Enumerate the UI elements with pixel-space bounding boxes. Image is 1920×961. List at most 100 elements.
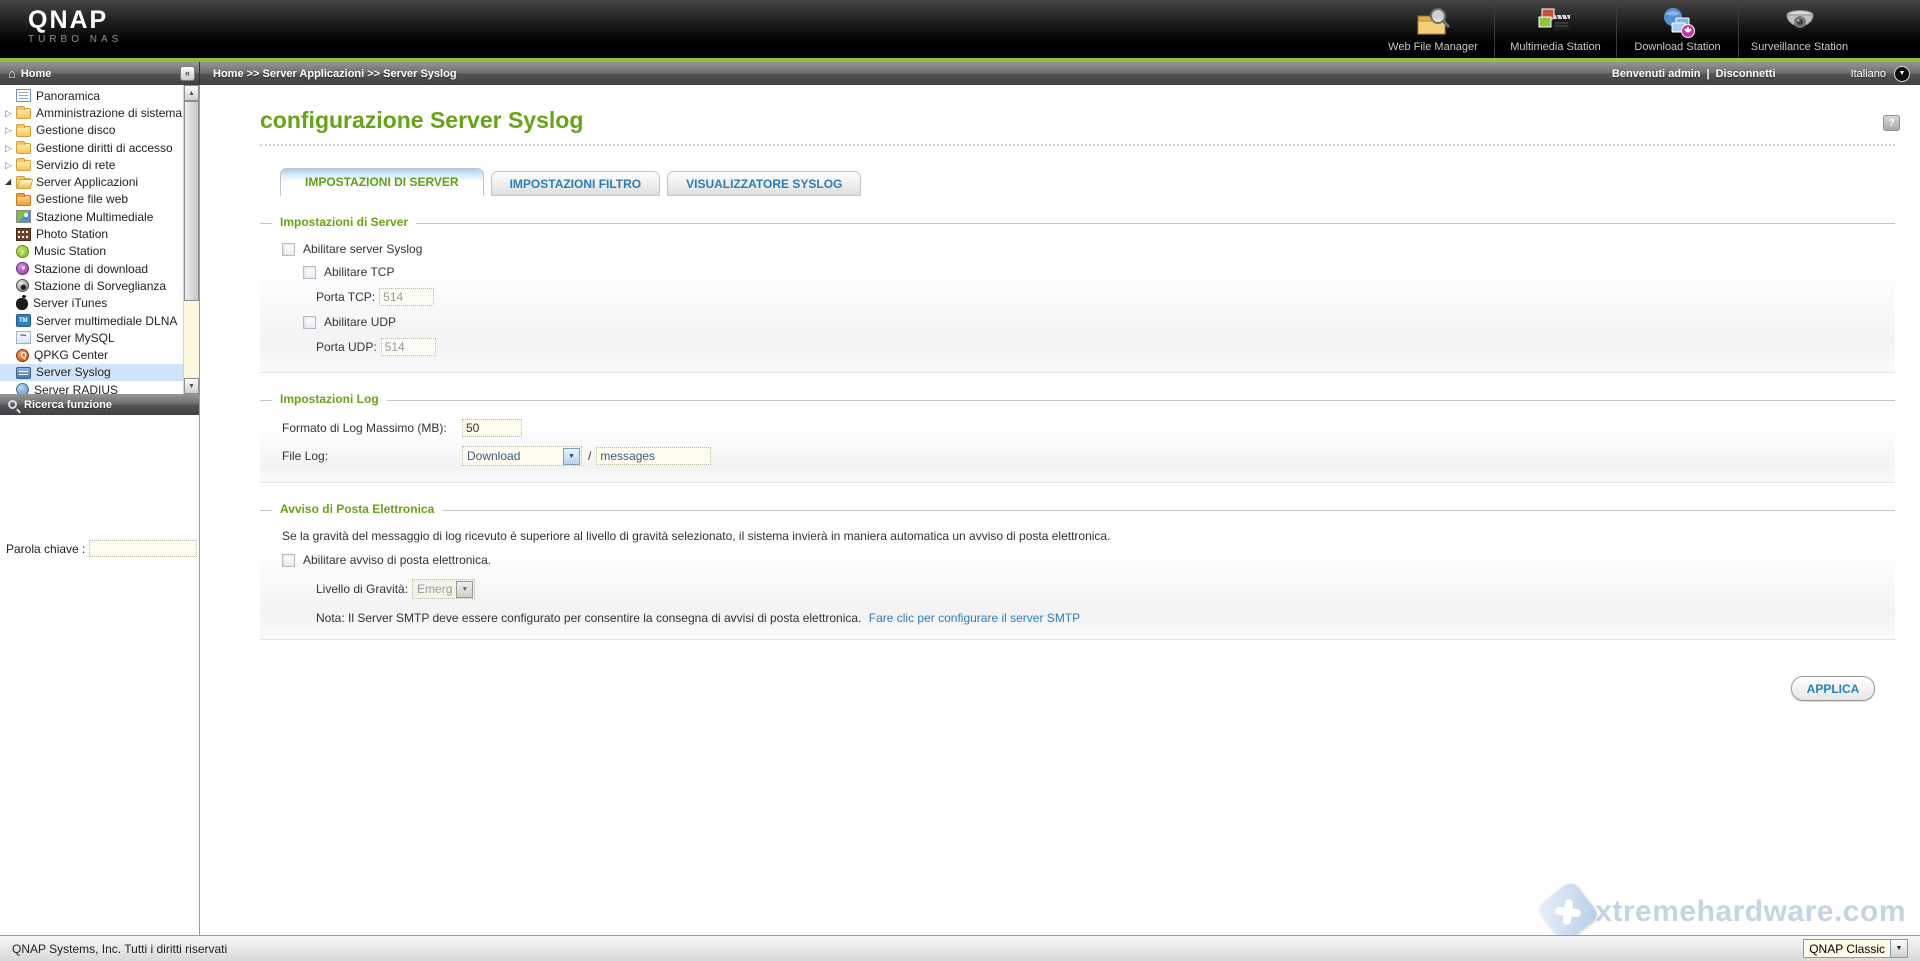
theme-select[interactable]: QNAP Classic ▼: [1803, 939, 1908, 958]
sidebar-item-label: QPKG Center: [34, 348, 108, 362]
enable-udp-row: Abilitare UDP: [303, 315, 1875, 329]
max-log-size-label: Formato di Log Massimo (MB):: [282, 421, 462, 435]
header-row: ⌂ Home « Home >> Server Applicazioni >> …: [0, 62, 1920, 85]
enable-email-label: Abilitare avviso di posta elettronica.: [303, 553, 491, 567]
tcp-port-input[interactable]: [379, 288, 434, 306]
sidebar-item-qpkg-center[interactable]: QPKG Center: [0, 346, 183, 363]
sidebar-filler: [0, 682, 199, 935]
separator: |: [1707, 68, 1710, 80]
file-log-select-value: Download: [463, 449, 563, 463]
udp-port-input[interactable]: [381, 338, 436, 356]
severity-select-value: Emerg: [413, 582, 456, 596]
web-file-manager-icon: [1411, 5, 1455, 41]
tab-impostazioni-filtro[interactable]: IMPOSTAZIONI FILTRO: [491, 171, 661, 196]
sidebar-item-servizio-di-rete[interactable]: ▷Servizio di rete: [0, 156, 183, 173]
quicklaunch-web-file-manager[interactable]: Web File Manager: [1372, 0, 1494, 58]
page-title: configurazione Server Syslog: [260, 107, 1895, 134]
file-log-select[interactable]: Download ▼: [462, 446, 582, 466]
sidebar-collapse-button[interactable]: «: [180, 66, 195, 81]
radius-icon: [16, 383, 29, 394]
enable-email-checkbox[interactable]: [282, 554, 295, 567]
sidebar-item-label: Stazione di download: [34, 262, 148, 276]
expand-arrow-icon[interactable]: ▷: [5, 106, 16, 120]
sidebar-item-server-multimediale-dlna[interactable]: Server multimediale DLNA: [0, 312, 183, 329]
tab-visualizzatore-syslog[interactable]: VISUALIZZATORE SYSLOG: [667, 171, 861, 196]
file-log-name-input[interactable]: [596, 447, 711, 465]
scrollbar-down-icon[interactable]: ▼: [184, 378, 199, 394]
sidebar-item-label: Gestione diritti di accesso: [36, 141, 173, 155]
sidebar-item-server-itunes[interactable]: Server iTunes: [0, 295, 183, 312]
enable-tcp-checkbox[interactable]: [303, 266, 316, 279]
server-settings-legend: Impostazioni di Server: [272, 215, 416, 229]
enable-udp-label: Abilitare UDP: [324, 315, 396, 329]
severity-row: Livello di Gravità: Emerg ▼: [316, 579, 1875, 599]
mysql-icon: [16, 331, 31, 344]
qnap-admin-app: QNAP TURBO NAS Web File ManagerMultimedi…: [0, 0, 1920, 961]
smtp-config-link[interactable]: Fare clic per configurare il server SMTP: [869, 611, 1080, 625]
logout-link[interactable]: Disconnetti: [1716, 68, 1776, 80]
apply-button[interactable]: APPLICA: [1791, 676, 1875, 701]
log-settings-legend: Impostazioni Log: [272, 392, 387, 406]
sidebar-item-photo-station[interactable]: Photo Station: [0, 225, 183, 242]
quicklaunch-multimedia-station[interactable]: Multimedia Station: [1494, 0, 1616, 58]
sidebar-item-label: Gestione file web: [36, 192, 128, 206]
syslog-icon: [16, 367, 31, 379]
qnap-logo-subtitle: TURBO NAS: [28, 34, 122, 45]
copyright-text: QNAP Systems, Inc. Tutti i diritti riser…: [12, 942, 227, 956]
sidebar-item-server-radius[interactable]: Server RADIUS: [0, 381, 183, 394]
quicklaunch-download-station[interactable]: Download Station: [1616, 0, 1738, 58]
xtremehardware-logo-icon: [1536, 880, 1601, 935]
smtp-note-row: Nota: Il Server SMTP deve essere configu…: [316, 611, 1875, 625]
tcp-port-label: Porta TCP:: [316, 290, 375, 304]
max-log-size-input[interactable]: [462, 419, 522, 437]
sidebar-item-server-applicazioni[interactable]: ◢Server Applicazioni: [0, 173, 183, 190]
sidebar-item-stazione-di-download[interactable]: Stazione di download: [0, 260, 183, 277]
web-folder-icon: [16, 195, 31, 206]
expand-arrow-icon[interactable]: ▷: [5, 158, 16, 172]
expand-arrow-icon[interactable]: ▷: [5, 141, 16, 155]
tcp-port-row: Porta TCP:: [316, 288, 1875, 306]
sidebar-item-gestione-file-web[interactable]: Gestione file web: [0, 191, 183, 208]
breadcrumb-bar: Home >> Server Applicazioni >> Server Sy…: [200, 62, 1920, 85]
surveillance-station-icon: [1778, 5, 1822, 41]
sidebar-item-amministrazione-di-sistema[interactable]: ▷Amministrazione di sistema: [0, 104, 183, 121]
sidebar-item-label: Server multimediale DLNA: [36, 314, 177, 328]
quicklaunch-surveillance-station[interactable]: Surveillance Station: [1738, 0, 1860, 58]
function-search-header: Ricerca funzione: [0, 394, 199, 415]
email-alert-description: Se la gravità del messaggio di log ricev…: [282, 529, 1875, 543]
sidebar: Panoramica▷Amministrazione di sistema▷Ge…: [0, 85, 200, 935]
file-log-row: File Log: Download ▼ /: [282, 446, 1875, 466]
sidebar-item-label: Server iTunes: [33, 296, 107, 310]
enable-udp-checkbox[interactable]: [303, 316, 316, 329]
chevron-down-icon[interactable]: ▼: [1890, 940, 1907, 957]
sidebar-item-gestione-disco[interactable]: ▷Gestione disco: [0, 122, 183, 139]
chevron-down-icon[interactable]: ▼: [456, 581, 473, 598]
expand-arrow-icon[interactable]: ▷: [5, 123, 16, 137]
chevron-down-icon[interactable]: ▼: [563, 448, 580, 465]
enable-syslog-checkbox[interactable]: [282, 243, 295, 256]
severity-select[interactable]: Emerg ▼: [412, 579, 475, 599]
tab-impostazioni-di-server[interactable]: IMPOSTAZIONI DI SERVER: [280, 168, 484, 196]
sidebar-item-stazione-di-sorveglianza[interactable]: Stazione di Sorveglianza: [0, 277, 183, 294]
breadcrumb: Home >> Server Applicazioni >> Server Sy…: [213, 68, 457, 80]
sidebar-item-stazione-multimediale[interactable]: Stazione Multimediale: [0, 208, 183, 225]
sidebar-item-panoramica[interactable]: Panoramica: [0, 87, 183, 104]
multimedia-station-icon: [1534, 5, 1578, 41]
sidebar-item-gestione-diritti-di-accesso[interactable]: ▷ Gestione diritti di accesso: [0, 139, 183, 156]
sidebar-item-label: Server MySQL: [36, 331, 115, 345]
language-selector[interactable]: Italiano: [1851, 68, 1886, 80]
smtp-note: Nota: Il Server SMTP deve essere configu…: [316, 611, 861, 625]
email-alert-legend: Avviso di Posta Elettronica: [272, 502, 442, 516]
sidebar-scrollbar[interactable]: ▲ ▼: [183, 85, 199, 394]
keyword-input[interactable]: [89, 540, 197, 557]
photo-icon: [16, 228, 31, 241]
sidebar-item-server-syslog[interactable]: Server Syslog: [0, 364, 183, 381]
sidebar-item-server-mysql[interactable]: Server MySQL: [0, 329, 183, 346]
help-button[interactable]: ?: [1883, 115, 1900, 131]
sidebar-item-music-station[interactable]: Music Station: [0, 243, 183, 260]
scrollbar-up-icon[interactable]: ▲: [184, 85, 199, 101]
session-area: Benvenuti admin | Disconnetti Italiano ▼: [1612, 66, 1910, 82]
language-dropdown-icon[interactable]: ▼: [1894, 66, 1910, 82]
collapse-arrow-icon[interactable]: ◢: [5, 175, 16, 189]
scrollbar-thumb[interactable]: [184, 101, 199, 301]
